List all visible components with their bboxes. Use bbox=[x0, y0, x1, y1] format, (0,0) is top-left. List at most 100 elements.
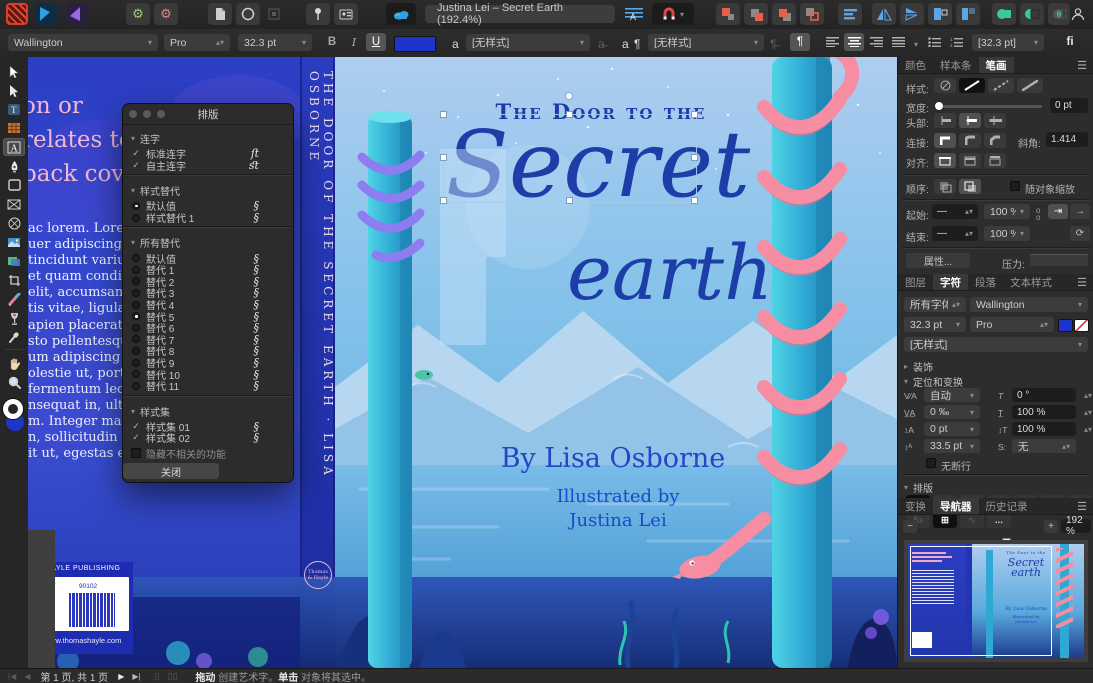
tracking-field[interactable]: 0 ‰▾ bbox=[924, 405, 980, 419]
ellipse-doc-icon[interactable] bbox=[236, 3, 260, 25]
panel-menu-icon[interactable]: ☰ bbox=[1070, 498, 1093, 514]
align-justify-button[interactable] bbox=[888, 33, 908, 51]
char-text-style-select[interactable]: [无样式]▾ bbox=[904, 337, 1088, 352]
swap-ends-button[interactable]: ⇥ bbox=[1048, 204, 1068, 219]
pressure-graph[interactable] bbox=[1030, 254, 1088, 266]
hardware-acceleration-icon[interactable] bbox=[386, 3, 416, 25]
char-stroke-swatch[interactable] bbox=[1074, 319, 1089, 332]
char-font-size-select[interactable]: 32.3 pt▾ bbox=[904, 317, 966, 332]
next-page-icon[interactable]: ▶ bbox=[118, 672, 124, 681]
style-sets-header[interactable]: ▾样式集 bbox=[123, 400, 293, 421]
view-tool[interactable] bbox=[3, 354, 25, 372]
color-picker-tool[interactable] bbox=[3, 328, 25, 346]
align-outside-stroke-button[interactable] bbox=[984, 153, 1006, 168]
shear-field[interactable]: 0 ° bbox=[1012, 388, 1076, 402]
bullet-list-button[interactable] bbox=[924, 33, 944, 51]
link-icon[interactable]: oo bbox=[1036, 207, 1040, 221]
align-inside-stroke-button[interactable] bbox=[959, 153, 981, 168]
butt-cap-button[interactable] bbox=[934, 113, 956, 128]
italic-button[interactable]: I bbox=[344, 33, 364, 51]
pin-icon[interactable] bbox=[306, 3, 330, 25]
publisher-app-icon[interactable] bbox=[6, 3, 28, 25]
close-button[interactable]: 关闭 bbox=[123, 463, 219, 479]
start-arrow-select[interactable]: —▴▾ bbox=[932, 204, 978, 219]
leading-override-field[interactable]: 33.5 pt▾ bbox=[924, 439, 980, 453]
stroke-color-well[interactable] bbox=[3, 399, 23, 419]
width-slider-handle[interactable] bbox=[935, 102, 943, 110]
tab-character[interactable]: 字符 bbox=[933, 274, 968, 290]
decorations-section-header[interactable]: ▸装饰 bbox=[904, 359, 933, 374]
fill-stroke-selector[interactable] bbox=[1, 397, 27, 439]
leading-select[interactable]: [32.3 pt]▾ bbox=[972, 34, 1044, 51]
selection-handle-e[interactable] bbox=[691, 154, 698, 161]
align-center-button[interactable] bbox=[844, 33, 864, 51]
round-cap-button[interactable] bbox=[959, 113, 981, 128]
insert-behind-icon[interactable] bbox=[956, 3, 980, 25]
font-size-select[interactable]: 32.3 pt▾ bbox=[238, 34, 312, 51]
tab-paragraph[interactable]: 段落 bbox=[968, 274, 1003, 290]
font-variant-select[interactable]: Pro▴▾ bbox=[164, 34, 230, 51]
square-cap-button[interactable] bbox=[984, 113, 1006, 128]
stroke-style-solid-button[interactable] bbox=[959, 78, 985, 93]
flip-vertical-icon[interactable] bbox=[900, 3, 924, 25]
insert-inside-icon[interactable] bbox=[928, 3, 952, 25]
tab-navigator[interactable]: 导航器 bbox=[933, 498, 979, 514]
miter-value-field[interactable]: 1.414 bbox=[1046, 132, 1088, 147]
char-style-reset-icon[interactable]: a̶ bbox=[598, 37, 605, 51]
account-icon[interactable] bbox=[1066, 3, 1090, 25]
gear-icon[interactable]: ⚙ bbox=[126, 3, 150, 25]
cover-illustration-credit[interactable]: Illustrated by Justina Lei bbox=[498, 485, 738, 533]
tab-history[interactable]: 历史记录 bbox=[979, 498, 1035, 514]
snapping-toggle[interactable]: ▾ bbox=[652, 3, 694, 25]
start-scale-select[interactable]: 100 %▾ bbox=[984, 204, 1030, 219]
selection-handle-n[interactable] bbox=[566, 111, 573, 118]
align-left-button[interactable] bbox=[822, 33, 842, 51]
underline-button[interactable]: U bbox=[366, 33, 386, 51]
reverse-ends-button[interactable]: ⟳ bbox=[1070, 226, 1090, 241]
tab-color[interactable]: 颜色 bbox=[898, 57, 933, 73]
navigator-thumbnail[interactable]: The Door to the Secret earth By Lisa Osb… bbox=[904, 540, 1088, 662]
designer-app-icon[interactable] bbox=[36, 3, 58, 25]
selection-handle-s[interactable] bbox=[566, 197, 573, 204]
hide-unrelated-option[interactable]: 隐藏不相关的功能 bbox=[123, 448, 293, 460]
no-break-checkbox[interactable] bbox=[926, 458, 936, 468]
arrow-end-button[interactable]: → bbox=[1070, 204, 1090, 219]
frame-text-tool[interactable]: T bbox=[3, 100, 25, 118]
spread-view-icon[interactable]: ▯▯ bbox=[168, 671, 178, 682]
rotation-handle[interactable] bbox=[566, 93, 572, 99]
style-set-option[interactable]: 样式集 02§ bbox=[123, 432, 293, 444]
panel-menu-icon[interactable]: ☰ bbox=[1070, 274, 1093, 290]
artistic-text-tool[interactable]: A bbox=[3, 138, 25, 156]
zoom-tool[interactable] bbox=[3, 373, 25, 391]
style-alternate-option[interactable]: 样式替代 1§ bbox=[123, 212, 293, 224]
shape-tool[interactable] bbox=[3, 176, 25, 194]
flip-horizontal-icon[interactable] bbox=[872, 3, 896, 25]
stroke-front-button[interactable] bbox=[959, 179, 981, 194]
table-tool[interactable] bbox=[3, 119, 25, 137]
font-collection-select[interactable]: 所有字体▴▾ bbox=[904, 297, 966, 312]
tab-layers[interactable]: 图层 bbox=[898, 274, 933, 290]
width-value-field[interactable]: 0 pt bbox=[1050, 98, 1088, 113]
scale-with-object-checkbox[interactable] bbox=[1010, 181, 1020, 191]
v-scale-field[interactable]: 100 % bbox=[1012, 422, 1076, 436]
char-font-family-select[interactable]: Wallington▾ bbox=[970, 297, 1088, 312]
char-font-variant-select[interactable]: Pro▴▾ bbox=[970, 317, 1054, 332]
selection-handle-sw[interactable] bbox=[440, 197, 447, 204]
end-scale-select[interactable]: 100 %▾ bbox=[984, 226, 1030, 241]
move-forward-icon[interactable] bbox=[744, 3, 768, 25]
pencil-tool[interactable] bbox=[3, 290, 25, 308]
bold-button[interactable]: B bbox=[322, 33, 342, 51]
pen-tool[interactable] bbox=[3, 157, 25, 175]
zoom-out-button[interactable]: − bbox=[903, 520, 917, 533]
stroke-style-brush-button[interactable] bbox=[1017, 78, 1043, 93]
previous-page-icon[interactable]: ◀ bbox=[24, 672, 30, 681]
picture-frame-rect-tool[interactable] bbox=[3, 195, 25, 213]
first-page-icon[interactable]: |◀ bbox=[8, 672, 16, 681]
new-document-icon[interactable] bbox=[208, 3, 232, 25]
paragraph-style-select[interactable]: [无样式]▾ bbox=[648, 34, 764, 51]
boolean-subtract-icon[interactable] bbox=[1020, 3, 1044, 25]
ligatures-header[interactable]: ▾连字 bbox=[123, 127, 293, 148]
kerning-field[interactable]: 自动▾ bbox=[924, 388, 980, 402]
char-fill-swatch[interactable] bbox=[1058, 319, 1073, 332]
end-arrow-select[interactable]: —▴▾ bbox=[932, 226, 978, 241]
